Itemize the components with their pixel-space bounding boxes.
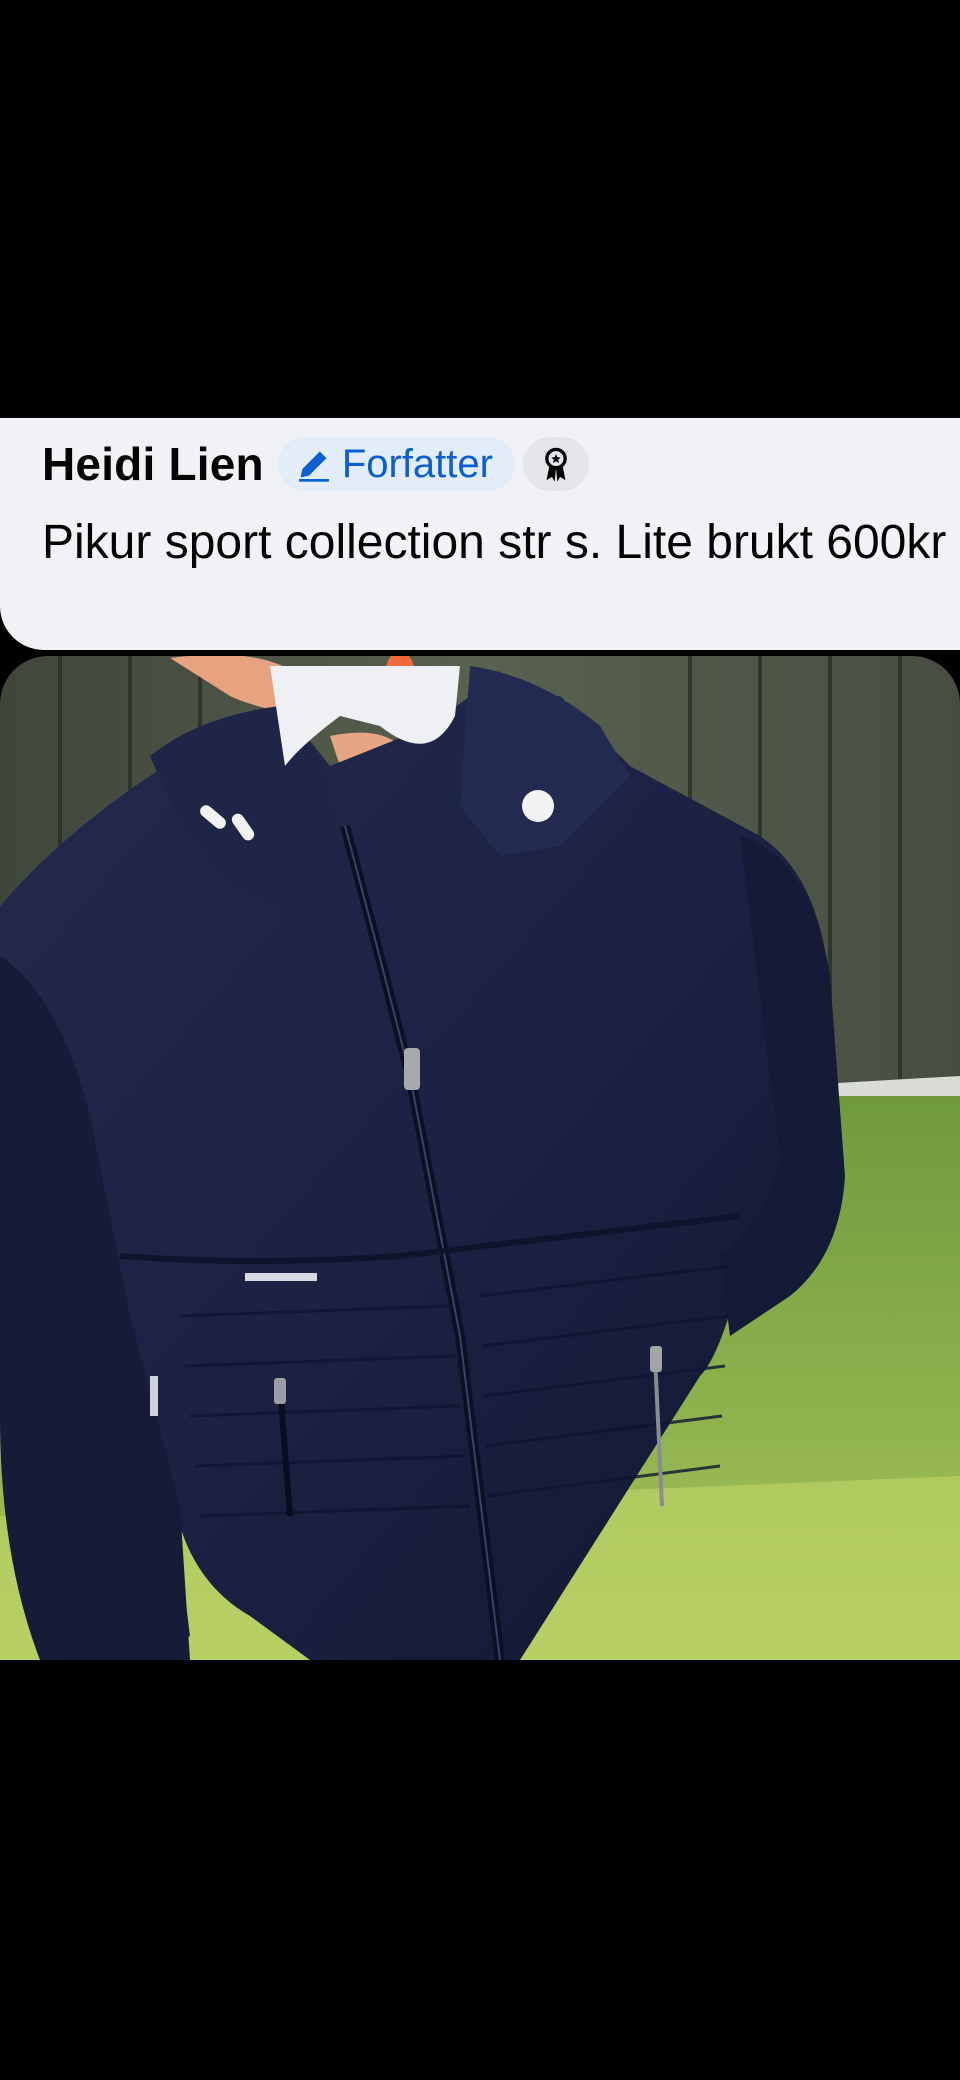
award-ribbon-icon [545,447,567,482]
post-photo[interactable] [0,656,960,1660]
screen: Heidi Lien Forfatter Pikur sport collect… [0,0,960,2080]
author-name[interactable]: Heidi Lien [42,437,264,491]
award-badge[interactable] [522,437,589,491]
author-badge-label: Forfatter [341,441,493,486]
author-badge: Forfatter [277,437,515,491]
pencil-icon [298,451,329,482]
comment-header: Heidi Lien Forfatter [42,434,960,494]
jacket-photo-image [0,656,960,1660]
comment-bubble[interactable]: Heidi Lien Forfatter Pikur sport collect… [0,418,960,650]
comment-text: Pikur sport collection str s. Lite brukt… [42,516,947,569]
